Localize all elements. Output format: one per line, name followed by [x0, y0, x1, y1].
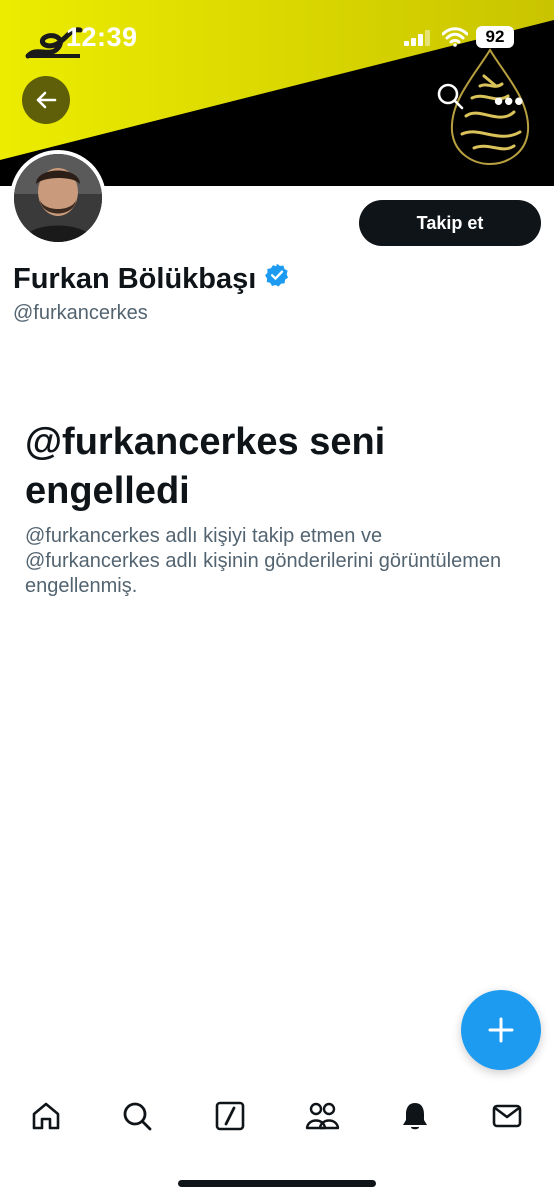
wifi-icon	[442, 27, 468, 47]
display-name: Furkan Bölükbaşı	[13, 262, 257, 295]
nav-search[interactable]	[107, 1086, 167, 1146]
avatar-photo	[14, 154, 102, 242]
more-options-button[interactable]: •••	[494, 86, 524, 117]
home-indicator	[178, 1180, 376, 1187]
notifications-icon	[403, 1103, 427, 1130]
avatar[interactable]	[10, 150, 106, 246]
follow-button[interactable]: Takip et	[359, 200, 541, 246]
plus-icon	[488, 1017, 514, 1043]
arrow-left-icon	[36, 91, 57, 109]
search-icon	[123, 1102, 152, 1131]
grok-icon	[215, 1101, 245, 1131]
nav-grok[interactable]	[200, 1086, 260, 1146]
nav-messages[interactable]	[477, 1086, 537, 1146]
verified-badge-icon[interactable]	[264, 262, 290, 296]
profile-handle: @furkancerkes	[13, 302, 148, 324]
signal-icon	[404, 30, 430, 46]
communities-icon	[305, 1102, 340, 1130]
blocked-title: @furkancerkes seni engelledi	[25, 421, 386, 512]
bottom-nav	[0, 1086, 554, 1146]
battery-indicator: 92	[476, 26, 514, 48]
search-icon	[437, 83, 464, 110]
home-icon	[32, 1102, 60, 1130]
person-photo-icon	[14, 154, 102, 242]
blocked-description: @furkancerkes adlı kişiyi takip etmen ve…	[25, 525, 502, 597]
messages-icon	[492, 1104, 522, 1128]
profile-name-row: Furkan Bölükbaşı	[13, 262, 290, 296]
status-time: 12:39	[66, 22, 138, 52]
nav-communities[interactable]	[292, 1086, 352, 1146]
status-bar: 12:39 92	[0, 0, 554, 70]
nav-notifications[interactable]	[385, 1086, 445, 1146]
compose-post-button[interactable]	[461, 990, 541, 1070]
search-button[interactable]	[436, 82, 466, 112]
back-button[interactable]	[22, 76, 70, 124]
nav-home[interactable]	[16, 1086, 76, 1146]
